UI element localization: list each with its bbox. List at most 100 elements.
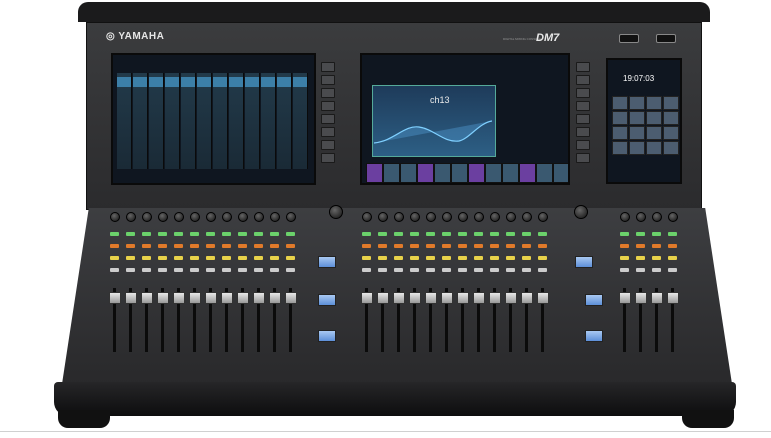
fader-cap[interactable] [425,292,437,304]
fader-cap[interactable] [457,292,469,304]
channel-knob[interactable] [538,212,548,222]
channel-key[interactable] [490,256,499,260]
channel-key[interactable] [378,268,387,272]
channel-tab[interactable] [383,163,400,183]
channel-key[interactable] [620,244,629,248]
right-touchscreen[interactable]: 19:07:03 [606,58,682,184]
channel-knob[interactable] [110,212,120,222]
user-defined-key-tile[interactable] [663,141,679,155]
joystick-knob[interactable] [574,205,588,219]
screen-side-button[interactable] [576,127,590,137]
channel-key[interactable] [270,232,279,236]
channel-tab[interactable] [434,163,451,183]
channel-tab[interactable] [502,163,519,183]
channel-knob[interactable] [474,212,484,222]
channel-key[interactable] [668,268,677,272]
channel-key[interactable] [506,232,515,236]
channel-tab[interactable] [519,163,536,183]
channel-strip-display[interactable] [245,73,260,169]
channel-key[interactable] [636,256,645,260]
channel-key[interactable] [222,256,231,260]
channel-key[interactable] [474,268,483,272]
channel-key[interactable] [238,232,247,236]
channel-knob[interactable] [620,212,630,222]
channel-strip-display[interactable] [261,73,276,169]
fader-cap[interactable] [189,292,201,304]
channel-knob[interactable] [458,212,468,222]
fader-cap[interactable] [285,292,297,304]
channel-key[interactable] [506,268,515,272]
channel-key[interactable] [458,268,467,272]
channel-key[interactable] [426,244,435,248]
fader-cap[interactable] [521,292,533,304]
channel-key[interactable] [426,268,435,272]
channel-key[interactable] [142,232,151,236]
channel-knob[interactable] [668,212,678,222]
channel-key[interactable] [158,232,167,236]
channel-key[interactable] [506,256,515,260]
channel-key[interactable] [538,244,547,248]
channel-key[interactable] [206,244,215,248]
channel-key[interactable] [394,244,403,248]
fader-cap[interactable] [173,292,185,304]
channel-key[interactable] [538,268,547,272]
channel-key[interactable] [378,244,387,248]
channel-key[interactable] [270,244,279,248]
channel-key[interactable] [426,232,435,236]
channel-key[interactable] [362,232,371,236]
channel-knob[interactable] [174,212,184,222]
channel-knob[interactable] [506,212,516,222]
user-defined-key-tile[interactable] [629,141,645,155]
channel-key[interactable] [126,256,135,260]
channel-key[interactable] [110,256,119,260]
channel-knob[interactable] [378,212,388,222]
channel-strip-display[interactable] [229,73,244,169]
channel-knob[interactable] [394,212,404,222]
channel-key[interactable] [362,256,371,260]
channel-key[interactable] [254,244,263,248]
channel-knob[interactable] [652,212,662,222]
screen-side-button[interactable] [576,88,590,98]
channel-key[interactable] [126,232,135,236]
channel-key[interactable] [442,268,451,272]
screen-side-button[interactable] [321,62,335,72]
channel-key[interactable] [126,268,135,272]
channel-key[interactable] [426,256,435,260]
screen-side-button[interactable] [576,114,590,124]
screen-side-button[interactable] [321,88,335,98]
channel-tab[interactable] [400,163,417,183]
channel-key[interactable] [458,256,467,260]
user-defined-key-tile[interactable] [629,126,645,140]
fader-cap[interactable] [237,292,249,304]
channel-key[interactable] [206,232,215,236]
channel-key[interactable] [110,244,119,248]
channel-knob[interactable] [142,212,152,222]
channel-tab[interactable] [536,163,553,183]
channel-key[interactable] [254,232,263,236]
channel-key[interactable] [490,268,499,272]
channel-strip-display[interactable] [181,73,196,169]
channel-key[interactable] [538,256,547,260]
channel-key[interactable] [410,244,419,248]
channel-key[interactable] [286,268,295,272]
channel-key[interactable] [190,256,199,260]
fader-cap[interactable] [253,292,265,304]
channel-key[interactable] [158,244,167,248]
channel-strip-display[interactable] [293,73,308,169]
screen-side-button[interactable] [576,75,590,85]
fader-cap[interactable] [473,292,485,304]
channel-key[interactable] [506,244,515,248]
channel-key[interactable] [222,268,231,272]
channel-strip-display[interactable] [197,73,212,169]
channel-key[interactable] [410,256,419,260]
channel-knob[interactable] [410,212,420,222]
channel-key[interactable] [522,268,531,272]
channel-key[interactable] [254,268,263,272]
fader-cap[interactable] [667,292,679,304]
user-defined-key-tile[interactable] [629,96,645,110]
channel-key[interactable] [110,232,119,236]
fader-cap[interactable] [537,292,549,304]
channel-strip-display[interactable] [117,73,132,169]
fader-cap[interactable] [377,292,389,304]
fader-cap[interactable] [489,292,501,304]
